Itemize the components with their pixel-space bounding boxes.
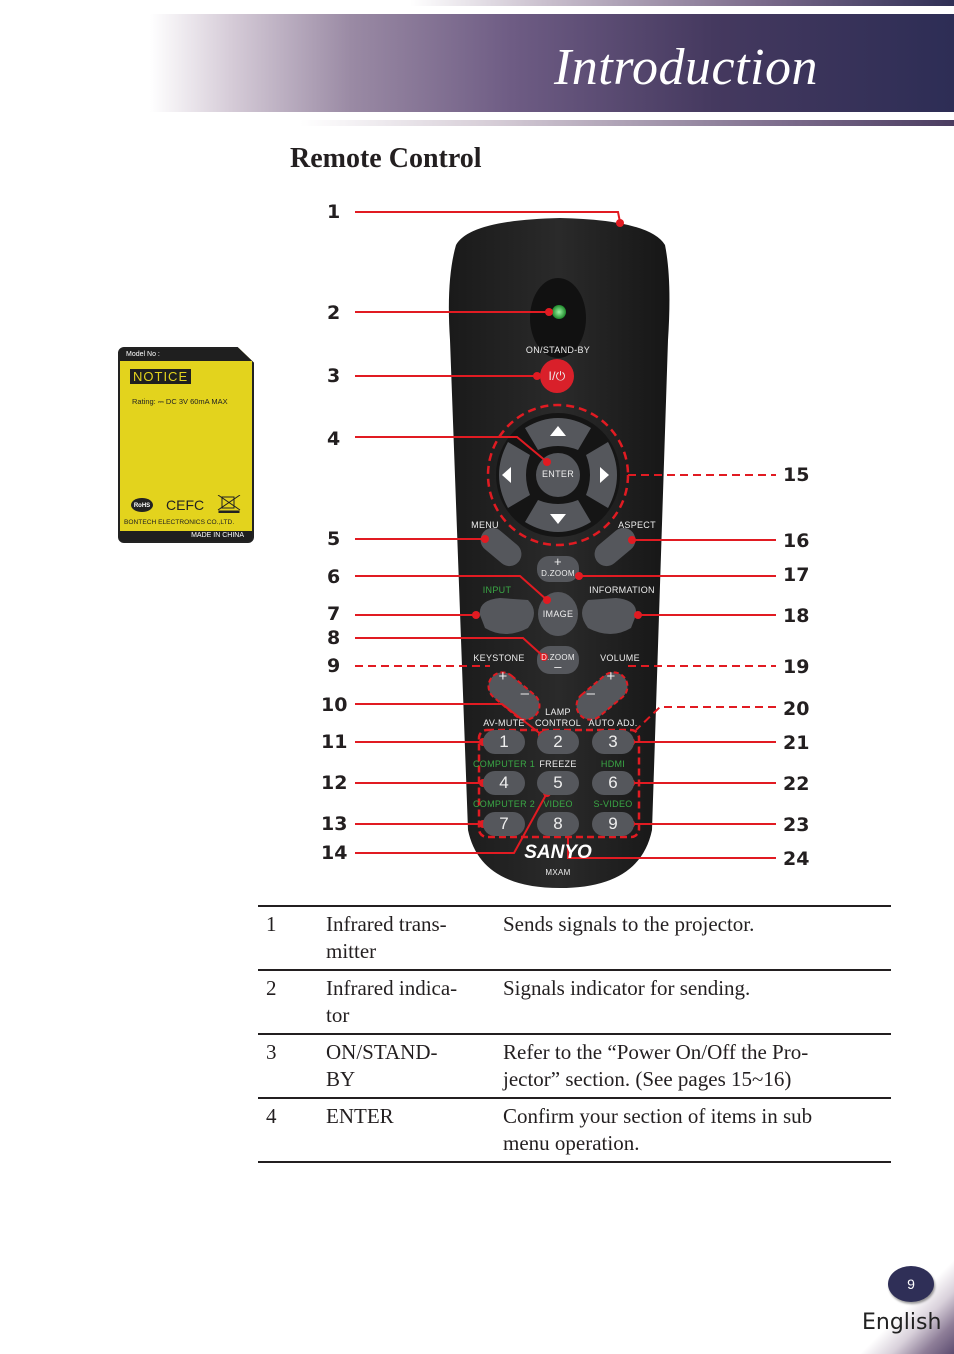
callout-number: 12	[321, 772, 348, 794]
volume-plus-icon: +	[606, 668, 616, 685]
number-key-label: 4	[499, 773, 509, 792]
power-icon: I/⏻	[548, 369, 566, 383]
callout-number: 14	[321, 842, 348, 864]
number-key-label: 3	[608, 732, 618, 751]
volume-label: VOLUME	[600, 653, 640, 663]
callout-number: 8	[327, 627, 341, 649]
keystone-label: KEYSTONE	[473, 653, 525, 663]
callout-number: 21	[783, 732, 810, 754]
number-key-label: 5	[553, 773, 563, 792]
aspect-label: ASPECT	[618, 520, 656, 530]
number-key-label: 7	[499, 814, 509, 833]
callout-number: 6	[327, 566, 341, 588]
callout-number: 10	[321, 694, 348, 716]
dzoom-plus-icon: +	[554, 554, 562, 569]
table-cell-num: 2	[266, 976, 277, 1000]
table-cell-name: ON/STAND- BY	[326, 1040, 438, 1091]
dzoom-minus-icon: –	[554, 659, 562, 674]
s-video-label: S-VIDEO	[593, 799, 633, 809]
table-cell-num: 1	[266, 912, 277, 936]
callout-number: 22	[783, 773, 810, 795]
table-cell-name: Infrared trans- mitter	[326, 912, 447, 963]
callout-number: 9	[327, 655, 341, 677]
number-key-label: 6	[608, 773, 618, 792]
table-row: 2 Infrared indica- tor Signals indicator f…	[258, 970, 891, 1034]
enter-label: ENTER	[541, 469, 575, 479]
table-cell-desc: Signals indicator for sending.	[503, 976, 751, 1000]
volume-minus-icon: –	[586, 685, 596, 702]
callout-number: 4	[327, 428, 341, 450]
computer2-label: COMPUTER 2	[472, 799, 536, 809]
callout-number: 18	[783, 605, 810, 627]
number-key-label: 2	[553, 732, 563, 751]
table-row: 3 ON/STAND- BY Refer to the “Power On/Off …	[258, 1034, 891, 1098]
computer1-label: COMPUTER 1	[472, 759, 536, 769]
av-mute-label: AV-MUTE	[483, 718, 525, 728]
information-button[interactable]	[582, 598, 637, 634]
model-label: MXAM	[545, 868, 571, 877]
callout-number: 13	[321, 813, 348, 835]
callout-line-20	[635, 706, 776, 731]
callout-number: 7	[327, 603, 341, 625]
callout-number: 5	[327, 528, 341, 550]
video-label: VIDEO	[543, 799, 573, 809]
on-standby-label: ON/STAND-BY	[525, 345, 591, 355]
information-label: INFORMATION	[589, 585, 655, 595]
infrared-indicator-led	[552, 305, 566, 319]
table-cell-name: Infrared indica- tor	[326, 976, 458, 1027]
keystone-minus-icon: –	[520, 685, 530, 702]
callout-number: 19	[783, 656, 810, 678]
callout-number: 24	[783, 848, 810, 870]
input-button[interactable]	[479, 598, 534, 634]
callout-number: 20	[783, 698, 810, 720]
table-cell-desc: Refer to the “Power On/Off the Pro- ject…	[503, 1040, 809, 1091]
table-cell-desc: Confirm your section of items in sub men…	[503, 1104, 813, 1155]
page-number: 9	[888, 1266, 934, 1302]
freeze-label: FREEZE	[539, 759, 577, 769]
auto-adj-label: AUTO ADJ.	[588, 718, 638, 728]
button-description-table: 1 Infrared trans- mitter Sends signals to …	[258, 905, 891, 1163]
keystone-plus-icon: +	[498, 668, 508, 685]
input-label: INPUT	[482, 585, 512, 595]
number-key-label: 1	[499, 732, 509, 751]
callout-number: 3	[327, 365, 341, 387]
callout-number: 2	[327, 302, 341, 324]
table-row: 1 Infrared trans- mitter Sends signals to …	[258, 906, 891, 970]
callout-number: 11	[321, 731, 348, 753]
callout-number: 1	[327, 201, 341, 223]
table-cell-desc: Sends signals to the projector.	[503, 912, 755, 936]
callout-number: 16	[783, 530, 810, 552]
callout-number: 17	[783, 564, 810, 586]
table-cell-num: 3	[266, 1040, 277, 1064]
callout-number: 15	[783, 464, 810, 486]
table-row: 4 ENTER Confirm your section of items in s…	[258, 1098, 891, 1162]
dzoom-plus-label: D.ZOOM	[541, 569, 575, 578]
number-key-label: 8	[553, 814, 563, 833]
table-cell-name: ENTER	[326, 1104, 394, 1128]
image-label: IMAGE	[542, 609, 574, 619]
menu-label: MENU	[471, 520, 499, 530]
callout-number: 23	[783, 814, 810, 836]
table-cell-num: 4	[266, 1104, 277, 1128]
language-label: English	[862, 1310, 942, 1335]
lamp-label: LAMP	[545, 707, 571, 717]
hdmi-label: HDMI	[600, 759, 626, 769]
brand-logo: SANYO	[524, 842, 592, 863]
number-key-label: 9	[608, 814, 618, 833]
lamp-control-label: CONTROL	[534, 718, 582, 728]
